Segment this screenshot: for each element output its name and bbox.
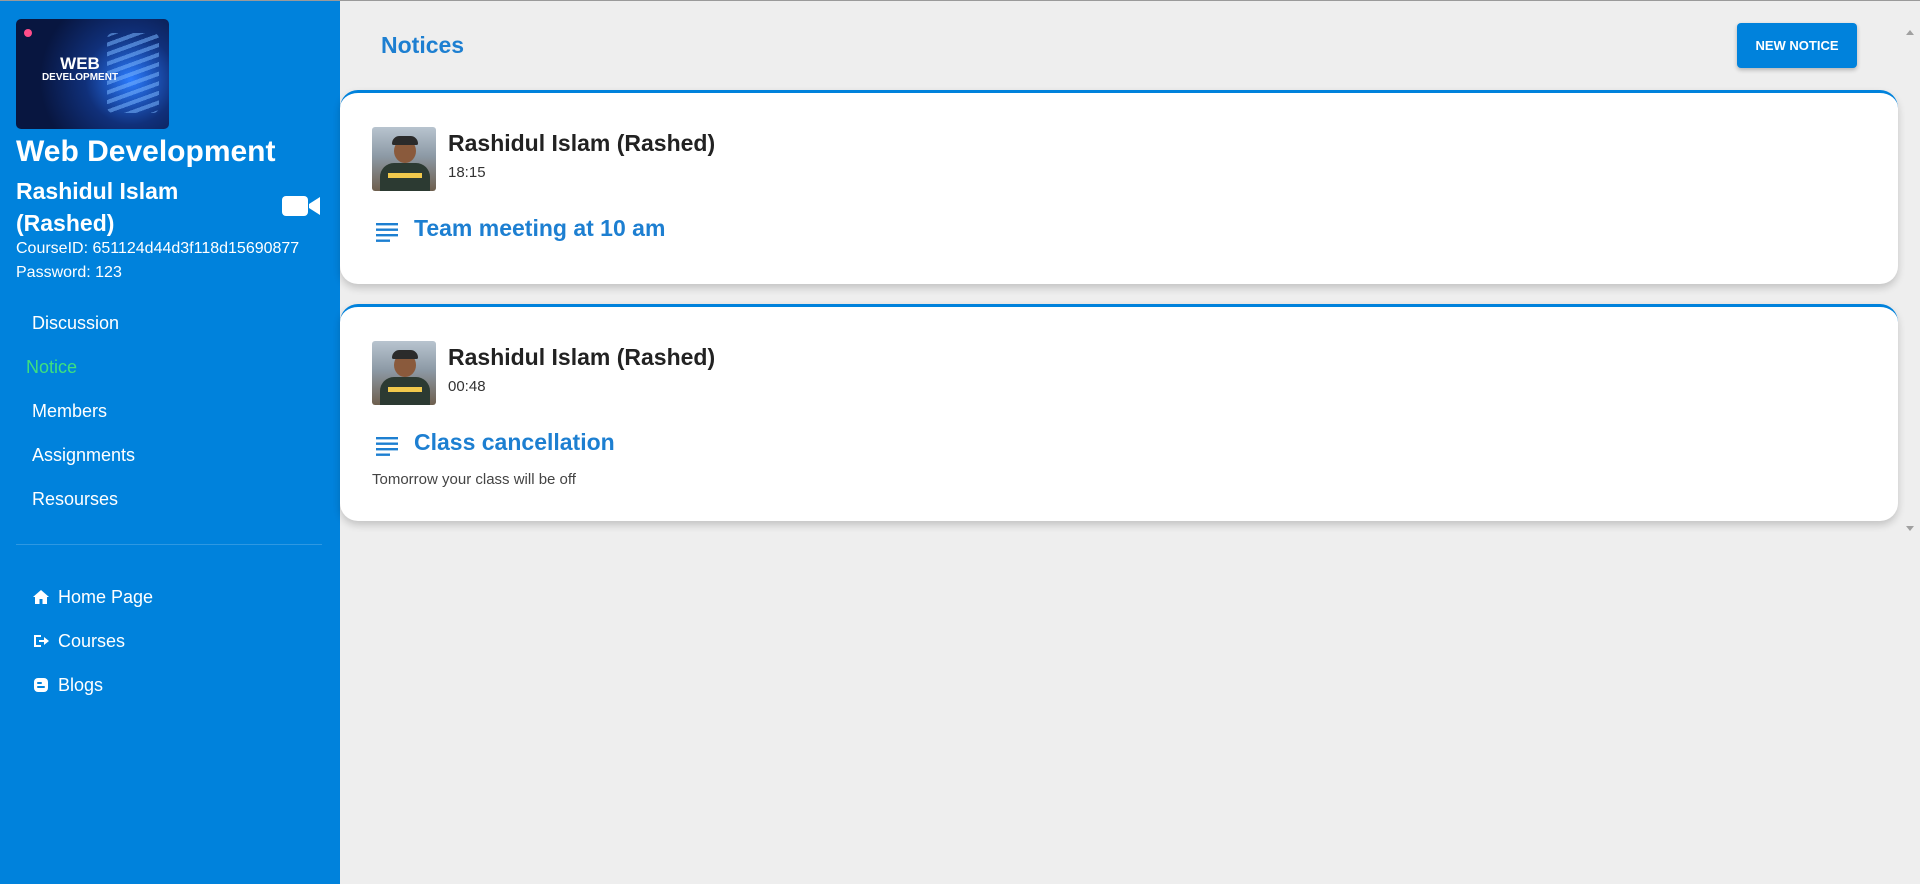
notice-body: Tomorrow your class will be off <box>372 471 576 488</box>
link-label: Blogs <box>58 674 104 695</box>
logo-text: Web Development <box>30 55 130 83</box>
course-password: Password: 123 <box>16 264 122 281</box>
course-logo: Web Development <box>16 19 169 129</box>
course-title: Web Development <box>16 135 276 168</box>
main-content: Notices NEW NOTICE Rashidul Islam (Rashe… <box>340 1 1900 884</box>
link-blogs[interactable]: Blogs <box>0 663 340 707</box>
notice-title[interactable]: Class cancellation <box>414 429 615 456</box>
notice-author: Rashidul Islam (Rashed) <box>448 130 716 156</box>
scroll-up-arrow-icon[interactable] <box>1906 30 1914 35</box>
course-id: CourseID: 651124d44d3f118d15690877 <box>16 240 300 257</box>
nav-item-resourses[interactable]: Resourses <box>0 483 340 527</box>
home-icon <box>33 590 49 604</box>
logo-decoration <box>24 29 32 37</box>
notice-card: Rashidul Islam (Rashed) 18:15 Team meeti… <box>340 90 1898 284</box>
notes-icon <box>376 223 398 242</box>
nav-item-discussion[interactable]: Discussion <box>0 307 340 351</box>
link-label: Home Page <box>58 586 154 607</box>
link-label: Courses <box>58 630 126 651</box>
video-camera-icon[interactable] <box>282 195 322 217</box>
notice-title[interactable]: Team meeting at 10 am <box>414 215 665 242</box>
link-courses[interactable]: Courses <box>0 619 340 663</box>
notice-author: Rashidul Islam (Rashed) <box>448 344 716 370</box>
nav-item-members[interactable]: Members <box>0 395 340 439</box>
sidebar: Web Development Web Development Rashidul… <box>0 1 340 884</box>
notes-icon <box>376 437 398 456</box>
teacher-name: Rashidul Islam (Rashed) <box>16 178 179 236</box>
avatar <box>372 341 436 405</box>
notice-card: Rashidul Islam (Rashed) 00:48 Class canc… <box>340 304 1898 521</box>
notice-time: 00:48 <box>448 378 486 395</box>
scroll-down-arrow-icon[interactable] <box>1906 526 1914 531</box>
page-title: Notices <box>381 32 465 58</box>
course-nav: Discussion Notice Members Assignments Re… <box>0 307 340 527</box>
sidebar-divider <box>16 544 322 545</box>
logo-line-2: Development <box>41 71 119 83</box>
notice-time: 18:15 <box>448 164 486 181</box>
avatar <box>372 127 436 191</box>
blogger-icon <box>34 678 48 692</box>
logo-line-1: Web <box>60 54 100 73</box>
nav-item-assignments[interactable]: Assignments <box>0 439 340 483</box>
sign-out-icon <box>34 635 49 647</box>
link-home-page[interactable]: Home Page <box>0 575 340 619</box>
new-notice-button[interactable]: NEW NOTICE <box>1737 23 1857 68</box>
nav-item-notice[interactable]: Notice <box>0 351 340 395</box>
site-links: Home Page Courses Blogs <box>0 575 340 707</box>
